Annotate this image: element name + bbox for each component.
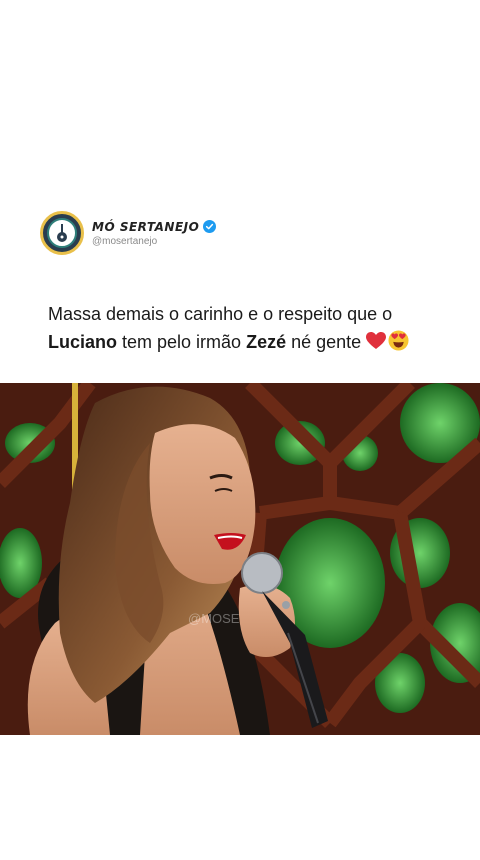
caption-text-2: tem pelo irmão: [117, 332, 247, 352]
caption-bold-zeze: Zezé: [246, 332, 287, 352]
video-frame: @MOSE: [0, 383, 480, 735]
caption-text-1: Massa demais o carinho e o respeito que …: [48, 304, 393, 324]
heart-eyes-face-icon: [388, 330, 409, 351]
guitar-icon: [47, 218, 77, 248]
video-watermark: @MOSE: [188, 611, 240, 626]
account-name[interactable]: MÓ SERTANEJO: [92, 220, 199, 234]
post-caption: Massa demais o carinho e o respeito que …: [48, 300, 458, 356]
verified-badge-icon: [203, 220, 217, 233]
video-player[interactable]: @MOSE: [0, 383, 480, 735]
post-header: MÓ SERTANEJO @mosertanejo: [40, 210, 217, 256]
avatar[interactable]: [40, 211, 84, 255]
red-heart-icon: [366, 332, 387, 349]
caption-text-3: né gente: [286, 332, 367, 352]
account-handle[interactable]: @mosertanejo: [92, 236, 216, 247]
caption-bold-luciano: Luciano: [48, 332, 118, 352]
